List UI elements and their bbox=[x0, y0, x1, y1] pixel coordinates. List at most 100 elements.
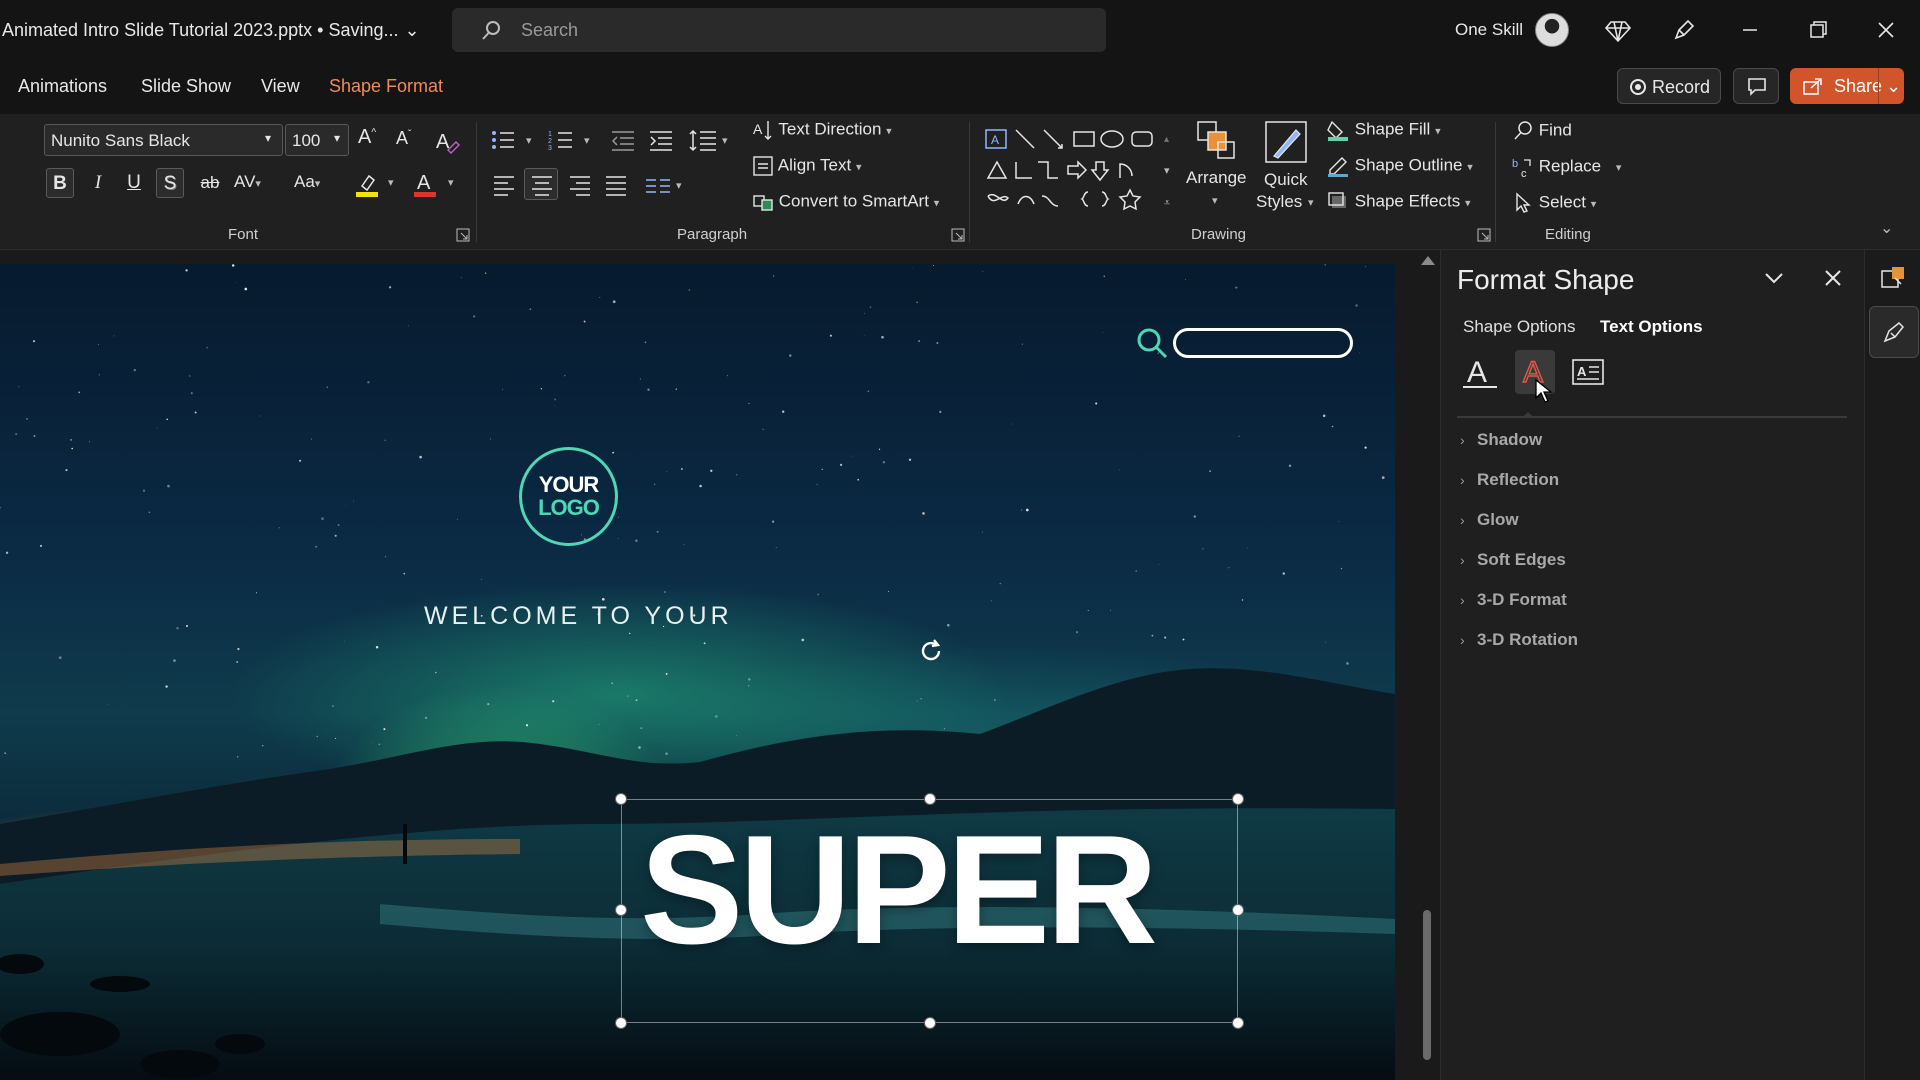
resize-handle[interactable] bbox=[924, 1017, 936, 1029]
welcome-text[interactable]: WELCOME TO YOUR bbox=[424, 602, 733, 631]
increase-indent-icon[interactable] bbox=[648, 128, 674, 152]
chevron-right-icon: › bbox=[1460, 552, 1465, 568]
highlight-color-icon[interactable]: ▾ bbox=[354, 170, 400, 200]
svg-text:b: b bbox=[1512, 158, 1518, 170]
textbox-icon[interactable]: A bbox=[1569, 350, 1609, 394]
vertical-scrollbar[interactable] bbox=[1418, 250, 1440, 1080]
resize-handle[interactable] bbox=[615, 1017, 627, 1029]
svg-text:▾: ▾ bbox=[388, 177, 394, 189]
section-soft-edges[interactable]: › Soft Edges bbox=[1460, 550, 1566, 570]
select-icon bbox=[1516, 192, 1531, 213]
dialog-launcher-icon[interactable] bbox=[1477, 228, 1491, 242]
minimize-icon[interactable] bbox=[1736, 16, 1764, 44]
section-glow[interactable]: › Glow bbox=[1460, 510, 1519, 530]
convert-smartart-button[interactable]: Convert to SmartArt ▾ bbox=[752, 190, 939, 214]
chevron-down-icon[interactable]: ⌄ bbox=[1886, 76, 1901, 97]
font-name-value: Nunito Sans Black bbox=[51, 131, 190, 150]
scroll-up-icon[interactable] bbox=[1421, 256, 1435, 265]
resize-handle[interactable] bbox=[615, 904, 627, 916]
align-center-button[interactable] bbox=[524, 168, 558, 200]
numbering-icon[interactable]: 123 ▾ bbox=[548, 128, 596, 152]
replace-button[interactable]: bc Replace ▾ bbox=[1512, 156, 1622, 180]
chevron-down-icon: ▾ bbox=[1615, 162, 1622, 175]
underline-button[interactable]: U bbox=[120, 168, 148, 198]
find-button[interactable]: Find bbox=[1512, 120, 1572, 142]
dialog-launcher-icon[interactable] bbox=[456, 228, 470, 242]
record-button[interactable]: Record bbox=[1617, 68, 1721, 104]
avatar[interactable] bbox=[1535, 13, 1569, 47]
slide[interactable]: YOUR LOGO WELCOME TO YOUR SUPER bbox=[0, 264, 1395, 1080]
resize-handle[interactable] bbox=[1232, 904, 1244, 916]
shape-fill-button[interactable]: Shape Fill ▾ bbox=[1326, 118, 1441, 142]
bold-button[interactable]: B bbox=[46, 168, 74, 198]
slide-canvas[interactable]: YOUR LOGO WELCOME TO YOUR SUPER bbox=[0, 250, 1440, 1080]
resize-handle[interactable] bbox=[1232, 793, 1244, 805]
document-title-text: Animated Intro Slide Tutorial 2023.pptx … bbox=[2, 20, 399, 40]
close-icon[interactable] bbox=[1823, 268, 1843, 288]
editing-group-label: Editing bbox=[1545, 226, 1591, 243]
change-case-icon[interactable]: Aa▾ bbox=[294, 172, 320, 192]
collapse-ribbon-icon[interactable]: ⌄ bbox=[1880, 218, 1893, 238]
decrease-indent-icon[interactable] bbox=[610, 128, 636, 152]
arrange-button[interactable]: Arrange ▾ bbox=[1182, 118, 1252, 218]
chevron-down-icon[interactable] bbox=[1763, 270, 1785, 286]
section-shadow[interactable]: › Shadow bbox=[1460, 430, 1542, 450]
share-button[interactable]: Share ⌄ bbox=[1790, 68, 1904, 104]
designer-icon[interactable] bbox=[1879, 264, 1907, 292]
svg-text:A: A bbox=[1577, 364, 1587, 379]
italic-button[interactable]: I bbox=[84, 168, 112, 198]
rotate-handle-icon[interactable] bbox=[916, 636, 946, 666]
tab-slide-show[interactable]: Slide Show bbox=[141, 76, 231, 97]
shape-effects-button[interactable]: Shape Effects ▾ bbox=[1326, 190, 1471, 214]
character-spacing-icon[interactable]: AV▾ bbox=[234, 172, 261, 192]
document-title[interactable]: Animated Intro Slide Tutorial 2023.pptx … bbox=[2, 20, 420, 41]
line-spacing-icon[interactable]: ▾ bbox=[688, 128, 732, 152]
section-3d-rotation[interactable]: › 3-D Rotation bbox=[1460, 630, 1578, 650]
chevron-down-icon: ⌄ bbox=[404, 20, 420, 40]
menu-bar: Animations Slide Show View Shape Format … bbox=[0, 62, 1920, 114]
strikethrough-button[interactable]: ab bbox=[196, 168, 224, 198]
select-button[interactable]: Select ▾ bbox=[1512, 192, 1596, 214]
clear-formatting-icon[interactable]: A bbox=[434, 128, 460, 154]
scrollbar-thumb[interactable] bbox=[1423, 910, 1431, 1060]
section-label: 3-D Format bbox=[1477, 590, 1567, 609]
increase-font-size-icon[interactable]: A^ bbox=[358, 126, 376, 149]
text-shadow-button[interactable]: S bbox=[156, 168, 184, 198]
justify-icon[interactable] bbox=[604, 174, 628, 196]
text-direction-button[interactable]: A Text Direction ▾ bbox=[752, 118, 892, 142]
tab-text-options[interactable]: Text Options bbox=[1600, 317, 1703, 337]
align-text-button[interactable]: Align Text ▾ bbox=[752, 154, 861, 178]
search-box[interactable]: Search bbox=[452, 8, 1106, 52]
align-left-icon[interactable] bbox=[492, 174, 516, 196]
headline-text[interactable]: SUPER bbox=[640, 812, 1158, 967]
decrease-font-size-icon[interactable]: Aˇ bbox=[396, 128, 411, 149]
tab-animations[interactable]: Animations bbox=[18, 76, 107, 97]
restore-icon[interactable] bbox=[1804, 16, 1832, 44]
pen-icon[interactable] bbox=[1670, 16, 1698, 44]
user-name[interactable]: One Skill bbox=[1455, 20, 1523, 40]
bullets-icon[interactable]: ▾ bbox=[490, 128, 538, 152]
font-color-icon[interactable]: A ▾ bbox=[412, 170, 458, 200]
shapes-gallery[interactable]: A ▴ ▾ ⩡ bbox=[982, 126, 1182, 216]
resize-handle[interactable] bbox=[615, 793, 627, 805]
format-pane-toggle[interactable] bbox=[1869, 306, 1919, 358]
section-reflection[interactable]: › Reflection bbox=[1460, 470, 1560, 490]
quick-styles-button[interactable]: Quick Styles ▾ bbox=[1252, 118, 1318, 222]
resize-handle[interactable] bbox=[1232, 1017, 1244, 1029]
columns-icon[interactable]: ▾ bbox=[644, 174, 688, 196]
text-fill-outline-icon[interactable]: A bbox=[1461, 350, 1501, 394]
comments-button[interactable] bbox=[1733, 68, 1779, 104]
font-name-select[interactable]: Nunito Sans Black ▾ bbox=[44, 124, 283, 156]
tab-view[interactable]: View bbox=[261, 76, 300, 97]
close-window-icon[interactable] bbox=[1872, 16, 1900, 44]
diamond-icon[interactable] bbox=[1604, 16, 1632, 44]
slide-search-icon bbox=[1137, 328, 1168, 359]
shape-outline-button[interactable]: Shape Outline ▾ bbox=[1326, 154, 1473, 178]
tab-shape-options[interactable]: Shape Options bbox=[1463, 317, 1575, 337]
tab-shape-format[interactable]: Shape Format bbox=[329, 76, 443, 97]
section-label: Reflection bbox=[1477, 470, 1560, 489]
section-3d-format[interactable]: › 3-D Format bbox=[1460, 590, 1567, 610]
dialog-launcher-icon[interactable] bbox=[951, 228, 965, 242]
align-right-icon[interactable] bbox=[568, 174, 592, 196]
font-size-select[interactable]: 100 ▾ bbox=[285, 124, 349, 156]
